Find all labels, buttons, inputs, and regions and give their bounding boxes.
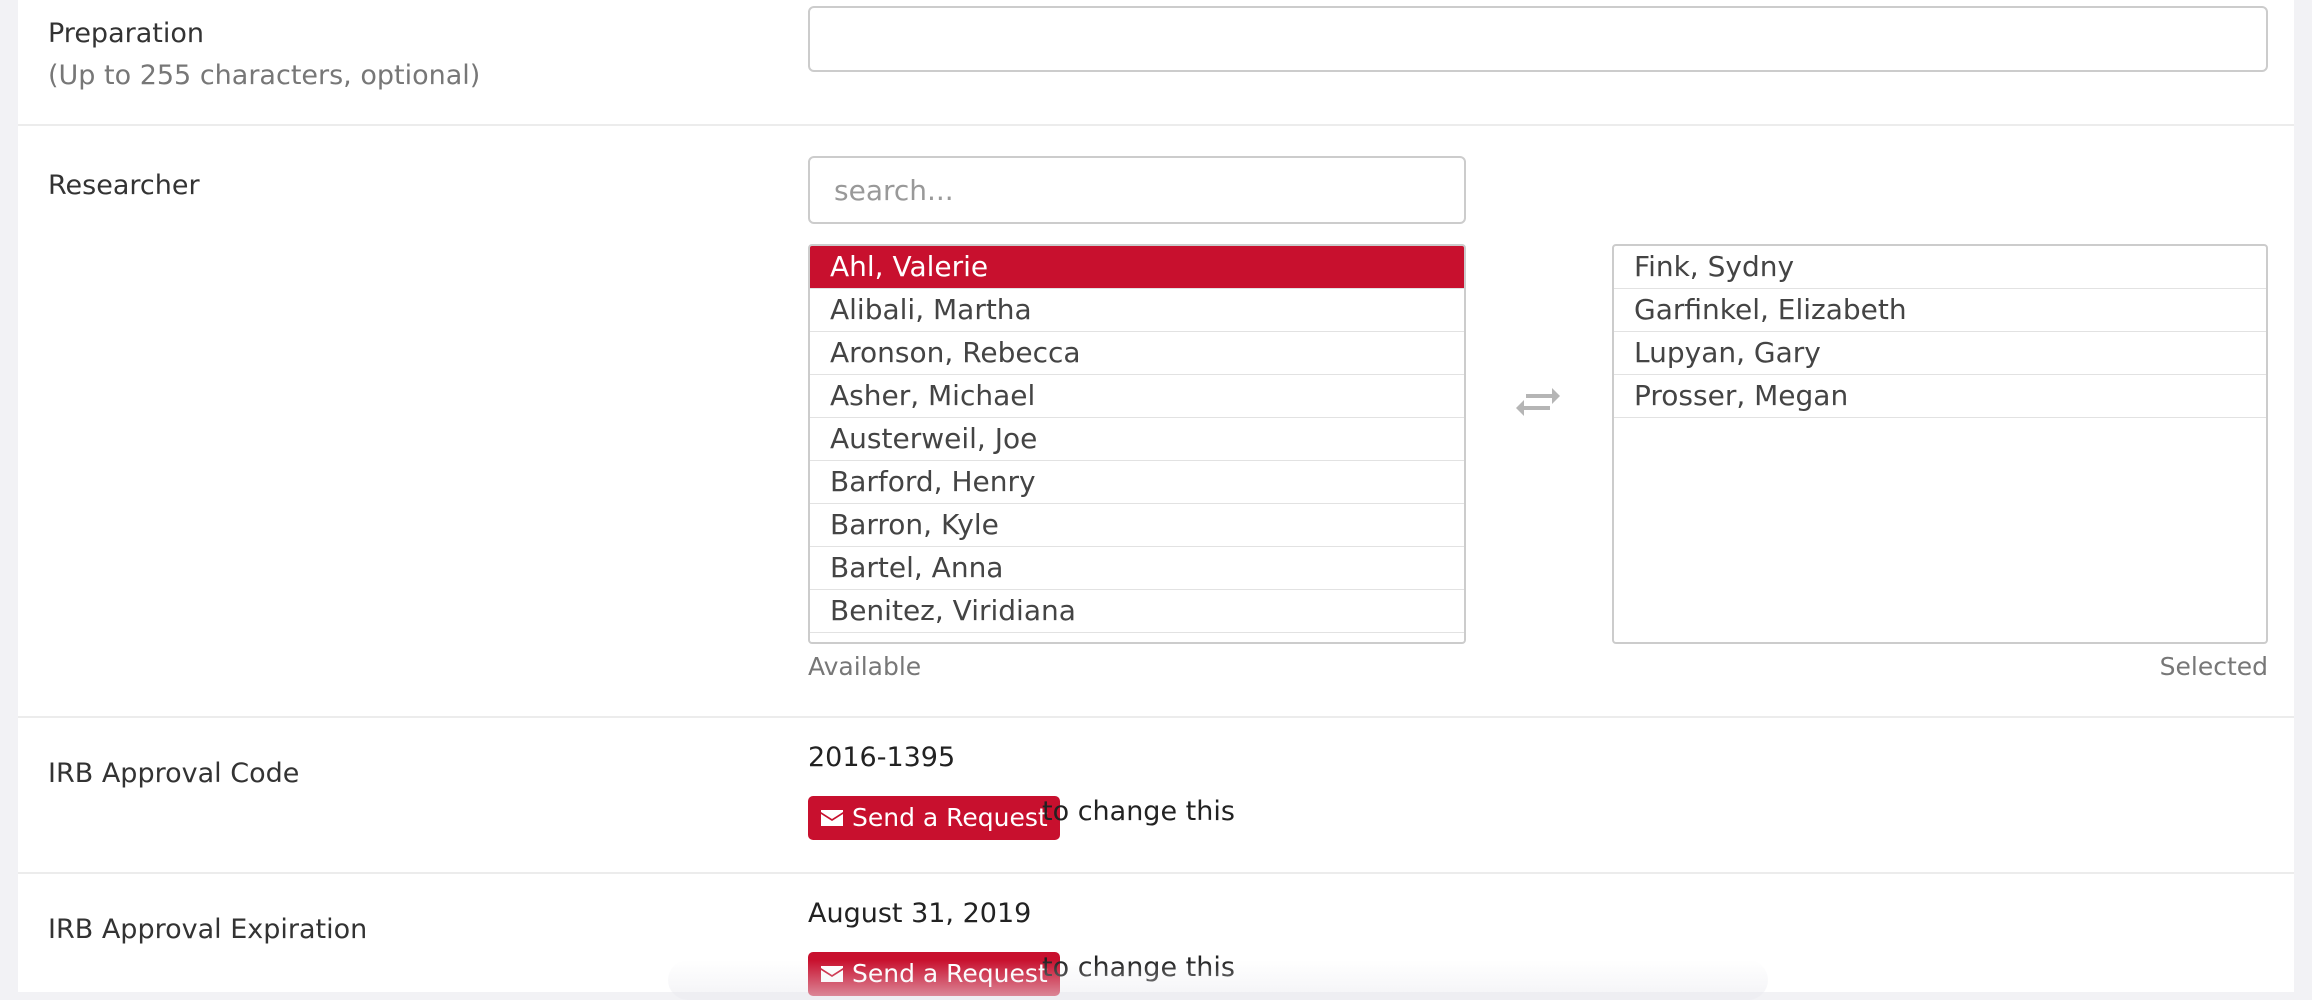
available-caption: Available (808, 652, 922, 681)
selected-listbox[interactable]: Fink, Sydny Garfinkel, Elizabeth Lupyan, G… (1612, 244, 2268, 644)
form-panel: Preparation (Up to 255 characters, optio… (18, 0, 2294, 1000)
preparation-row: Preparation (Up to 255 characters, optio… (18, 0, 2294, 126)
scroll-shadow (668, 960, 1768, 1000)
selected-caption: Selected (2159, 652, 2268, 681)
list-option[interactable]: Austerweil, Joe (810, 418, 1464, 461)
list-option[interactable]: Benitez, Viridiana (810, 590, 1464, 633)
available-listbox[interactable]: Ahl, Valerie Alibali, Martha Aronson, Rebe… (808, 244, 1466, 644)
list-option[interactable]: Fink, Sydny (1614, 246, 2266, 289)
transfer-arrows-icon[interactable] (1514, 382, 1562, 422)
send-request-label: Send a Request (852, 803, 1048, 832)
list-option[interactable]: Aronson, Rebecca (810, 332, 1464, 375)
envelope-icon (820, 809, 844, 827)
change-hint: to change this (1042, 796, 1235, 827)
preparation-label: Preparation (48, 18, 204, 49)
list-option[interactable]: Alibali, Martha (810, 289, 1464, 332)
irb-code-value: 2016-1395 (808, 742, 956, 773)
irb-expiration-value: August 31, 2019 (808, 898, 1032, 929)
researcher-row: Researcher Ahl, ValerieAlibali, MarthaAr… (18, 124, 2294, 718)
list-option[interactable]: Bartel, Anna (810, 547, 1464, 590)
list-option[interactable]: Ahl, Valerie (810, 246, 1464, 289)
irb-code-label: IRB Approval Code (48, 758, 300, 789)
send-request-button[interactable]: Send a Request (808, 796, 1060, 840)
irb-expiration-label: IRB Approval Expiration (48, 914, 368, 945)
list-option[interactable]: Barron, Kyle (810, 504, 1464, 547)
researcher-label: Researcher (48, 170, 200, 201)
list-option[interactable]: Berkenhagen, Matt Cooper (810, 633, 1464, 642)
researcher-search-input[interactable] (808, 156, 1466, 224)
preparation-hint: (Up to 255 characters, optional) (48, 60, 481, 91)
irb-code-row: IRB Approval Code 2016-1395 Send a Reque… (18, 716, 2294, 874)
list-option[interactable]: Garfinkel, Elizabeth (1614, 289, 2266, 332)
list-option[interactable]: Lupyan, Gary (1614, 332, 2266, 375)
list-option[interactable]: Asher, Michael (810, 375, 1464, 418)
preparation-input[interactable] (808, 6, 2268, 72)
list-option[interactable]: Barford, Henry (810, 461, 1464, 504)
list-option[interactable]: Prosser, Megan (1614, 375, 2266, 418)
